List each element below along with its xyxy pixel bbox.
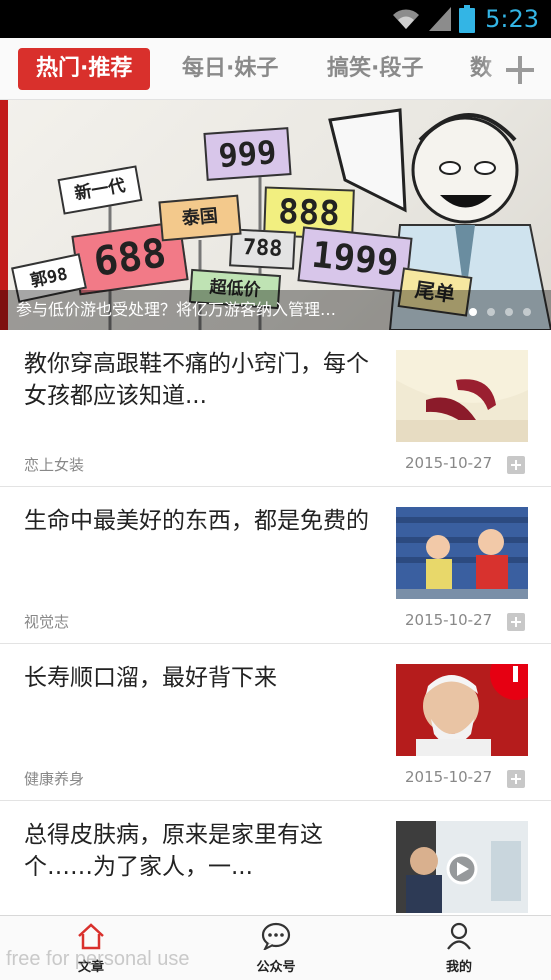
article-thumbnail bbox=[396, 821, 528, 913]
battery-icon bbox=[459, 5, 476, 33]
article-title: 总得皮肤病，原来是家里有这个……为了家人，一... bbox=[24, 822, 323, 880]
add-icon[interactable] bbox=[507, 613, 525, 631]
article-list: 教你穿高跟鞋不痛的小窍门，每个女孩都应该知道... 恋上女装 2015-10-2… bbox=[0, 330, 551, 958]
price-sign: 泰国 bbox=[158, 194, 242, 242]
add-icon[interactable] bbox=[507, 770, 525, 788]
article-thumbnail bbox=[396, 350, 528, 442]
article-source: 视觉志 bbox=[24, 613, 70, 631]
pager-dot bbox=[523, 308, 531, 316]
article-source: 健康养身 bbox=[24, 770, 85, 788]
article-item[interactable]: 教你穿高跟鞋不痛的小窍门，每个女孩都应该知道... 恋上女装 2015-10-2… bbox=[0, 330, 551, 487]
article-date: 2015-10-27 bbox=[405, 454, 493, 472]
add-channel-icon[interactable] bbox=[500, 50, 540, 90]
add-icon[interactable] bbox=[507, 456, 525, 474]
price-sign: 999 bbox=[203, 127, 292, 181]
article-item[interactable]: 长寿顺口溜，最好背下来 健康养身 2015-10-27 bbox=[0, 644, 551, 801]
article-item[interactable]: 生命中最美好的东西，都是免费的 视觉志 2015-10-27 bbox=[0, 487, 551, 644]
home-icon bbox=[78, 923, 104, 950]
price-sign: 1999 bbox=[297, 226, 413, 293]
pager-dot bbox=[505, 308, 513, 316]
pager-dot bbox=[487, 308, 495, 316]
status-bar: 5:23 bbox=[0, 0, 551, 38]
tab-daily-girls[interactable]: 每日·妹子 bbox=[182, 48, 278, 90]
article-title: 长寿顺口溜，最好背下来 bbox=[24, 665, 277, 691]
clock: 5:23 bbox=[485, 5, 539, 33]
chat-bubble-icon bbox=[261, 922, 291, 952]
article-thumbnail bbox=[396, 507, 528, 599]
nav-label: 我的 bbox=[445, 960, 472, 975]
article-title: 教你穿高跟鞋不痛的小窍门，每个女孩都应该知道... bbox=[24, 351, 369, 409]
article-source: 恋上女装 bbox=[24, 456, 85, 474]
channel-tabs: 热门·推荐 每日·妹子 搞笑·段子 数 bbox=[0, 38, 551, 100]
nav-official-accounts[interactable]: 公众号 bbox=[236, 922, 316, 975]
article-thumbnail bbox=[396, 664, 528, 756]
article-date: 2015-10-27 bbox=[405, 611, 493, 629]
article-date: 2015-10-27 bbox=[405, 768, 493, 786]
tab-hot-recommend[interactable]: 热门·推荐 bbox=[18, 48, 151, 90]
banner-pager bbox=[469, 308, 531, 316]
watermark: free for personal use bbox=[6, 948, 190, 970]
nav-label: 公众号 bbox=[256, 960, 296, 975]
article-title: 生命中最美好的东西，都是免费的 bbox=[24, 508, 369, 534]
wifi-icon bbox=[393, 9, 420, 29]
signal-icon bbox=[429, 7, 452, 31]
pager-dot bbox=[469, 308, 477, 316]
nav-profile[interactable]: 我的 bbox=[419, 922, 499, 975]
featured-banner[interactable]: 999 888 688 788 1999 新一代 泰国 超低价 尾单 郭98 参… bbox=[0, 100, 551, 330]
person-icon bbox=[447, 922, 471, 950]
tab-jokes[interactable]: 搞笑·段子 bbox=[327, 48, 423, 90]
